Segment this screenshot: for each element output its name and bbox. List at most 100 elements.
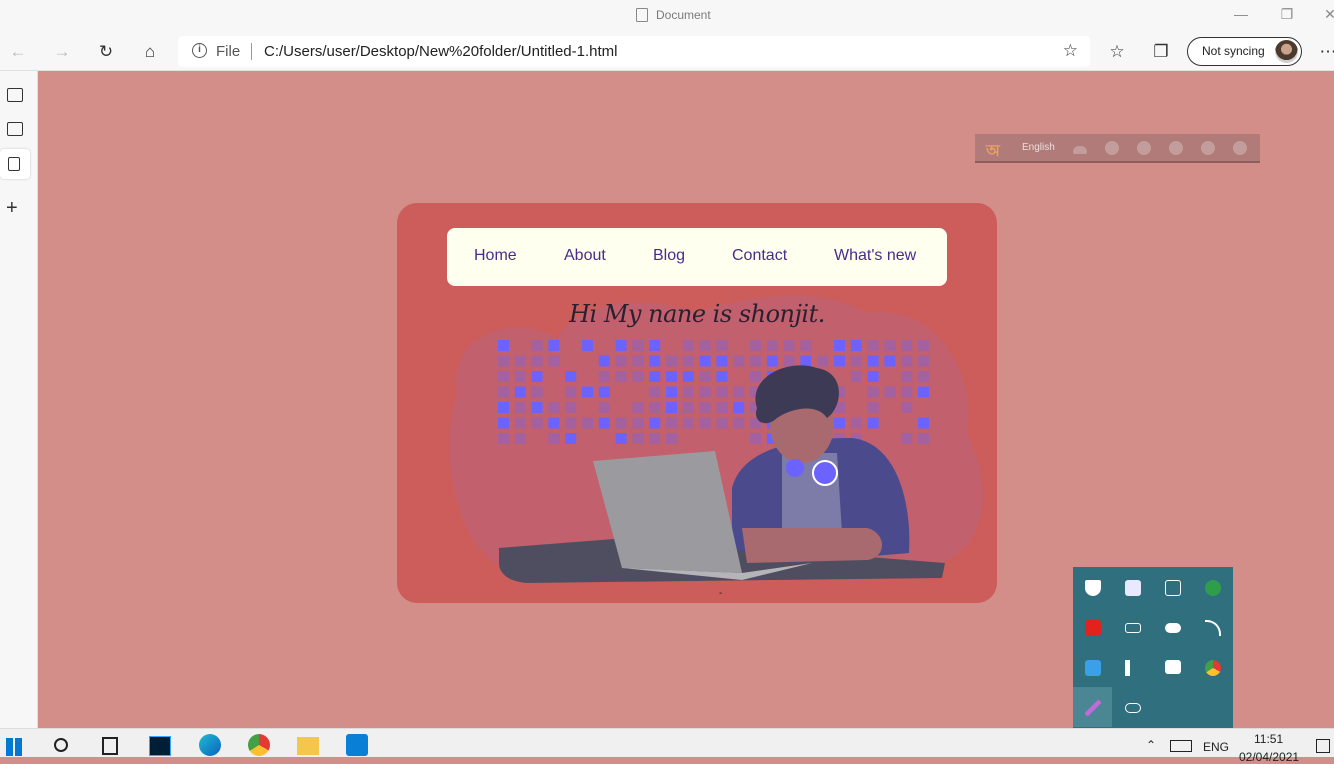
pixel-square [800, 340, 812, 351]
pixel-square [682, 371, 694, 382]
vscode-icon[interactable] [346, 734, 368, 756]
input-method-icon[interactable]: অ [986, 138, 1000, 165]
tab-actions-icon[interactable] [7, 88, 23, 102]
refresh-button[interactable]: ↻ [94, 40, 118, 64]
back-button[interactable]: ← [6, 40, 30, 64]
address-prefix: File [216, 43, 241, 60]
pixel-square [666, 386, 677, 398]
security-shield-icon[interactable] [1085, 580, 1101, 596]
app-icon[interactable] [1125, 580, 1141, 596]
pixel-square [615, 340, 627, 351]
pixel-square [918, 433, 929, 444]
pixel-square [666, 417, 677, 429]
pixel-square [699, 402, 711, 413]
nav-whats-new[interactable]: What's new [834, 247, 916, 265]
copy-icon[interactable] [1165, 580, 1181, 596]
language-label[interactable]: English [1022, 142, 1055, 153]
taskbar: ⌃ ENG 11:51 02/04/2021 [0, 728, 1334, 764]
pixel-square [514, 386, 526, 398]
pixel-square [766, 340, 778, 351]
pixel-square [733, 386, 745, 398]
home-button[interactable]: ⌂ [138, 40, 162, 64]
volume-icon[interactable] [1125, 660, 1141, 676]
pixel-square [901, 355, 913, 367]
start-icon[interactable] [6, 738, 22, 756]
tab-icon[interactable] [7, 122, 23, 136]
forward-button[interactable]: → [50, 40, 74, 64]
minimize-button[interactable]: — [1231, 6, 1251, 22]
pixel-square [901, 433, 913, 444]
pixel-square [867, 417, 879, 429]
downloader-icon[interactable] [1085, 620, 1101, 636]
new-tab-icon[interactable]: + [6, 197, 18, 220]
pixel-square [817, 355, 829, 367]
pixel-square [498, 417, 509, 429]
collections-icon[interactable]: ❐ [1149, 40, 1173, 64]
pixel-square [582, 386, 593, 398]
wifi-icon[interactable] [1205, 620, 1221, 636]
pixel-square [666, 402, 677, 413]
globe-icon[interactable] [1205, 580, 1221, 596]
keyboard-icon[interactable] [1073, 146, 1087, 154]
pixel-square [666, 355, 677, 367]
help-icon[interactable] [1201, 141, 1215, 155]
task-view-icon[interactable] [102, 737, 118, 755]
input-language[interactable]: ENG [1203, 740, 1229, 754]
network-app-icon[interactable] [1085, 660, 1101, 676]
pixel-square [699, 355, 711, 367]
tool-icon[interactable] [1105, 141, 1119, 155]
pixel-square [918, 340, 929, 351]
info-circle-icon[interactable] [1233, 141, 1247, 155]
dash-text: - [719, 588, 723, 599]
pixel-square [682, 402, 694, 413]
chrome-icon[interactable] [1205, 660, 1221, 676]
favorites-icon[interactable]: ☆ [1105, 40, 1129, 64]
pixel-square [649, 355, 661, 367]
greeting-heading: Hi My nane is shonjit. [569, 300, 825, 328]
pixel-square [699, 371, 711, 382]
nav-contact[interactable]: Contact [732, 247, 787, 265]
nav-blog[interactable]: Blog [653, 247, 685, 265]
pixel-square [716, 417, 728, 429]
pixel-square [867, 340, 879, 351]
storage-icon[interactable] [1165, 660, 1181, 674]
pixel-square [565, 371, 577, 382]
settings-icon[interactable] [1137, 141, 1151, 155]
pixel-square [548, 433, 560, 444]
photoshop-icon[interactable] [149, 736, 171, 756]
file-explorer-icon[interactable] [297, 737, 319, 755]
pen-tray-icon[interactable] [1085, 700, 1101, 716]
pixel-square [867, 355, 879, 367]
pixel-square [548, 417, 560, 429]
edge-icon[interactable] [199, 734, 221, 756]
address-bar[interactable]: i File C:/Users/user/Desktop/New%20folde… [178, 36, 1090, 67]
pixel-square [918, 417, 929, 429]
restore-button[interactable]: ❐ [1277, 6, 1297, 23]
pixel-square [632, 433, 644, 444]
battery-icon[interactable] [1125, 623, 1141, 633]
clock-date[interactable]: 02/04/2021 [1239, 750, 1299, 764]
url-text[interactable]: C:/Users/user/Desktop/New%20folder/Untit… [264, 43, 617, 60]
pixel-square [850, 371, 862, 382]
headphone-left [786, 459, 804, 477]
info-icon[interactable]: i [192, 43, 207, 58]
more-menu-icon[interactable]: ⋯ [1316, 40, 1334, 64]
nav-about[interactable]: About [564, 247, 606, 265]
clock-time[interactable]: 11:51 [1254, 732, 1283, 746]
pixel-square [565, 402, 577, 413]
add-favorite-icon[interactable]: ☆ [1063, 41, 1078, 61]
pixel-square [598, 355, 610, 367]
onedrive-icon[interactable] [1165, 623, 1181, 633]
pixel-square [531, 371, 543, 382]
nav-home[interactable]: Home [474, 247, 517, 265]
creative-cloud-icon[interactable] [1125, 703, 1141, 713]
notifications-icon[interactable] [1316, 739, 1330, 753]
keyboard-taskbar-icon[interactable] [1170, 740, 1192, 752]
close-button[interactable]: ✕ [1320, 6, 1334, 23]
chrome-taskbar-icon[interactable] [248, 734, 270, 756]
profile-button[interactable]: Not syncing [1187, 37, 1302, 66]
tray-chevron-icon[interactable]: ⌃ [1146, 738, 1156, 752]
pen-icon[interactable] [1169, 141, 1183, 155]
search-icon[interactable] [54, 738, 68, 752]
pixel-square [514, 417, 526, 429]
